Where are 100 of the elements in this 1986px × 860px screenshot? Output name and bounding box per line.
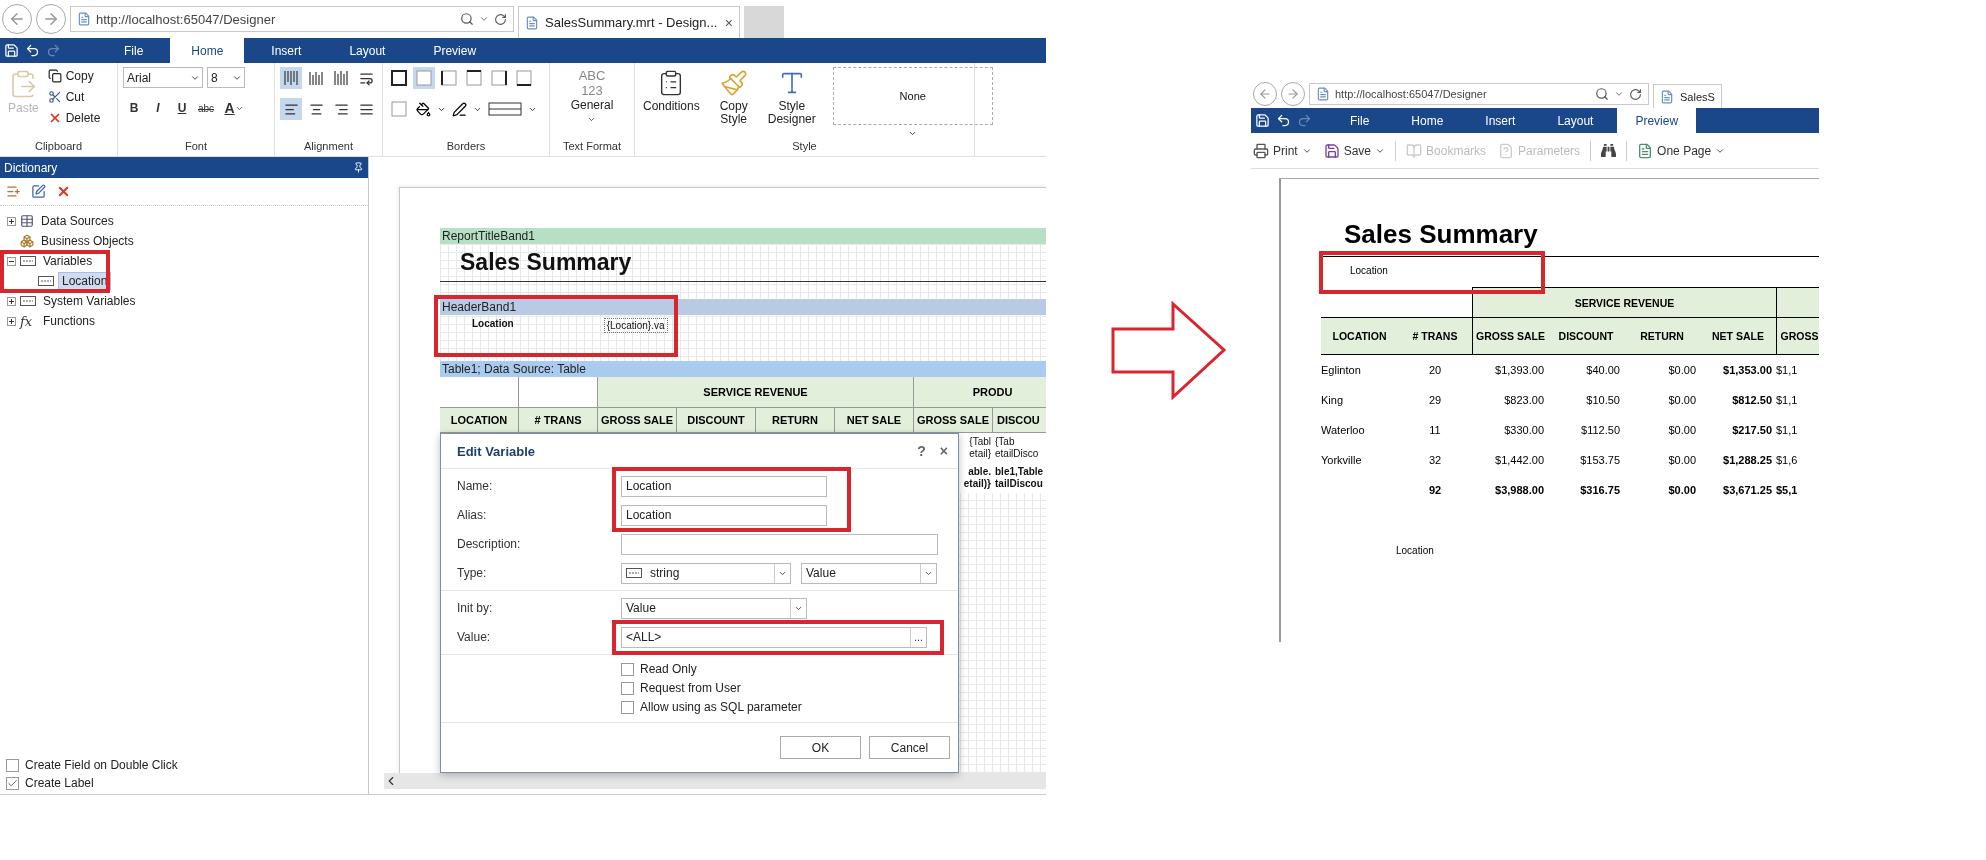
- delete-icon[interactable]: [56, 184, 71, 199]
- vertical-align-icon[interactable]: [283, 69, 299, 87]
- save-icon[interactable]: [1255, 113, 1270, 128]
- caret-icon[interactable]: [479, 14, 489, 24]
- checkbox[interactable]: [6, 776, 19, 790]
- redo-icon[interactable]: [46, 43, 61, 58]
- ribbon-tab[interactable]: Home: [170, 38, 245, 63]
- find-button[interactable]: [1599, 141, 1619, 160]
- font-style-button[interactable]: B: [123, 97, 145, 119]
- border-icon[interactable]: [465, 69, 483, 87]
- ribbon-tab[interactable]: Layout: [1539, 108, 1612, 133]
- expand-toggle[interactable]: [7, 296, 16, 306]
- ribbon-tab[interactable]: Insert: [250, 38, 323, 63]
- edit-icon[interactable]: [31, 184, 46, 199]
- text-field[interactable]: [621, 533, 938, 555]
- text-align-icon[interactable]: [333, 101, 349, 117]
- font-style-button[interactable]: I: [147, 97, 169, 119]
- text-align-icon[interactable]: [308, 101, 324, 117]
- pin-icon[interactable]: [353, 162, 364, 173]
- search-icon[interactable]: [1595, 87, 1609, 101]
- text-field[interactable]: Location: [621, 504, 827, 526]
- wrap-text-icon[interactable]: [358, 70, 374, 86]
- refresh-icon[interactable]: [494, 12, 507, 26]
- scissors-icon: [47, 90, 62, 104]
- group-title: Borders: [445, 140, 487, 154]
- refresh-icon[interactable]: [1629, 87, 1642, 101]
- save-icon[interactable]: [4, 43, 19, 58]
- expand-toggle[interactable]: [7, 316, 16, 326]
- conditions-button[interactable]: Conditions: [640, 67, 703, 140]
- tree-item[interactable]: Variables: [40, 253, 96, 269]
- forward-arrow-icon[interactable]: [42, 10, 60, 28]
- caret-icon[interactable]: [587, 115, 597, 124]
- caret-icon[interactable]: [908, 129, 918, 138]
- style-preview[interactable]: None: [832, 67, 993, 125]
- select-field[interactable]: Value: [621, 597, 807, 619]
- search-icon[interactable]: [460, 12, 474, 26]
- close-button[interactable]: ×: [939, 443, 948, 459]
- tree-item[interactable]: Functions: [40, 313, 99, 329]
- cut-button[interactable]: Cut: [47, 88, 101, 106]
- value-field[interactable]: <ALL> ...: [621, 626, 927, 648]
- copy-style-button[interactable]: Copy Style: [716, 67, 751, 140]
- save-icon: [1323, 142, 1340, 159]
- add-item-icon[interactable]: [6, 184, 21, 199]
- delete-button[interactable]: Delete: [47, 109, 101, 127]
- table-cell-text: 32: [1427, 453, 1443, 468]
- text-align-icon[interactable]: [358, 101, 374, 117]
- ribbon-tab[interactable]: File: [103, 38, 165, 63]
- undo-icon[interactable]: [25, 43, 40, 58]
- tab-close-button[interactable]: ×: [724, 14, 733, 31]
- border-color-icon[interactable]: [452, 101, 467, 117]
- address-field[interactable]: http://localhost:65047/Designer: [1309, 83, 1649, 105]
- redo-icon[interactable]: [1297, 113, 1312, 128]
- checkbox[interactable]: [621, 662, 634, 676]
- browse-button[interactable]: ...: [910, 627, 926, 647]
- toolbar-button[interactable]: Save: [1321, 140, 1388, 161]
- ribbon-tab[interactable]: Insert: [1467, 108, 1534, 133]
- copy-button[interactable]: Copy: [47, 67, 101, 85]
- font-style-button[interactable]: U: [171, 97, 193, 119]
- checkbox[interactable]: [621, 700, 634, 714]
- ribbon-tab[interactable]: File: [1332, 108, 1388, 133]
- dialog-button[interactable]: Cancel: [869, 736, 950, 759]
- text-component[interactable]: {Location}.va: [603, 318, 668, 333]
- ribbon-tab[interactable]: Preview: [1617, 108, 1697, 133]
- text-field[interactable]: Location: [621, 475, 827, 497]
- tree-item[interactable]: Data Sources: [38, 213, 117, 229]
- border-icon[interactable]: [515, 69, 533, 87]
- checkbox[interactable]: [621, 681, 634, 695]
- undo-icon[interactable]: [1276, 113, 1291, 128]
- address-field[interactable]: http://localhost:65047/Designer: [70, 6, 514, 32]
- select-field[interactable]: Value: [801, 562, 937, 584]
- vertical-align-icon[interactable]: [333, 69, 349, 87]
- right-arrow-icon: [1111, 301, 1227, 400]
- horizontal-scrollbar[interactable]: [384, 773, 1046, 789]
- vertical-align-icon[interactable]: [308, 69, 324, 87]
- fill-color-icon[interactable]: [416, 101, 431, 117]
- text-format-button[interactable]: ABC 123 General: [567, 67, 617, 140]
- font-size-select[interactable]: 8: [207, 67, 245, 88]
- tree-item[interactable]: System Variables: [40, 293, 139, 309]
- border-icon[interactable]: [490, 69, 508, 87]
- collapse-toggle[interactable]: [7, 256, 16, 266]
- text-align-icon[interactable]: [283, 101, 299, 117]
- ribbon-tab[interactable]: Home: [1393, 108, 1462, 133]
- caret-icon[interactable]: [1614, 89, 1624, 99]
- type-select[interactable]: string: [621, 562, 791, 584]
- help-button[interactable]: ?: [917, 443, 926, 459]
- toolbar-button[interactable]: One Page: [1635, 140, 1728, 161]
- ribbon-tab[interactable]: Layout: [328, 38, 407, 63]
- font-color-button[interactable]: A: [219, 97, 249, 119]
- font-style-button[interactable]: abc: [195, 97, 217, 119]
- ribbon-tab[interactable]: Preview: [412, 38, 498, 63]
- tree-item[interactable]: Business Objects: [38, 233, 137, 249]
- expand-toggle[interactable]: [7, 216, 16, 226]
- font-family-select[interactable]: Arial: [123, 67, 203, 88]
- checkbox[interactable]: [6, 758, 19, 772]
- style-designer-button[interactable]: Style Designer: [764, 67, 819, 140]
- dialog-button[interactable]: OK: [780, 736, 861, 759]
- border-icon[interactable]: [390, 69, 408, 87]
- toolbar-button[interactable]: Print: [1251, 140, 1314, 161]
- border-icon[interactable]: [440, 69, 458, 87]
- border-style-icon[interactable]: [488, 102, 522, 116]
